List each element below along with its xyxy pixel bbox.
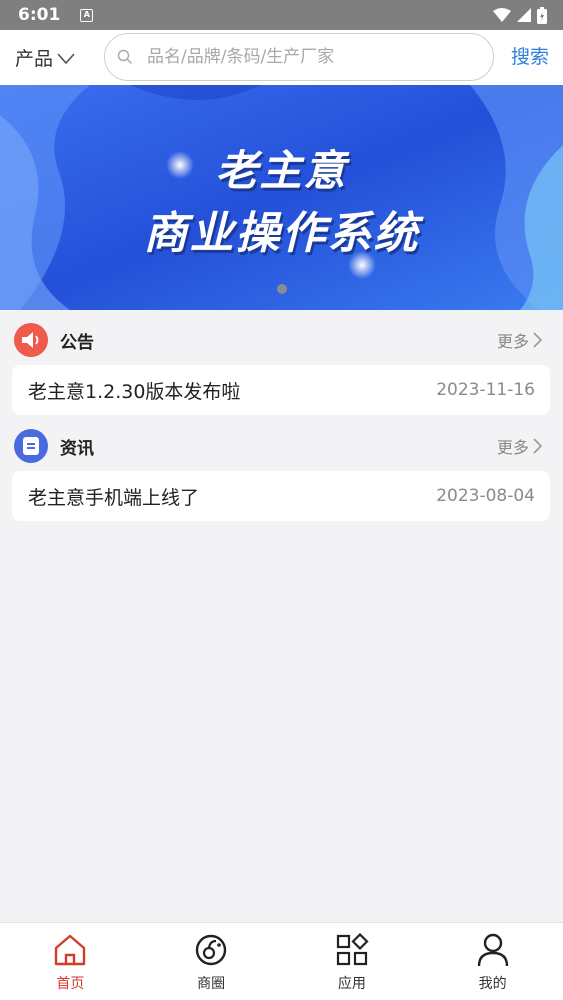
announcement-item-date: 2023-11-16 (436, 380, 535, 400)
news-header: 资讯 更多 (0, 421, 563, 471)
search-input[interactable] (147, 47, 447, 67)
status-time: 6:01 (18, 5, 61, 25)
apps-icon (334, 932, 370, 968)
news-item-title: 老主意手机端上线了 (28, 486, 200, 509)
home-icon (52, 932, 88, 968)
announcement-item-title: 老主意1.2.30版本发布啦 (28, 380, 241, 403)
announcement-header: 公告 更多 (0, 315, 563, 365)
banner-title-line1: 老主意 (215, 146, 348, 195)
news-more-button[interactable]: 更多 (497, 421, 543, 471)
battery-icon (537, 6, 547, 24)
news-title: 资讯 (60, 438, 94, 459)
search-icon (117, 49, 133, 65)
tab-label: 首页 (56, 976, 85, 992)
tab-home[interactable]: 首页 (0, 923, 141, 1000)
announcement-more-button[interactable]: 更多 (497, 315, 543, 365)
circle-icon (193, 932, 229, 968)
chevron-right-icon (533, 332, 543, 348)
speaker-icon (14, 323, 48, 357)
announcement-item[interactable]: 老主意1.2.30版本发布啦 2023-11-16 (12, 365, 550, 415)
banner-page-indicator (277, 284, 287, 294)
bottom-tab-bar: 首页 商圈 应用 我的 (0, 922, 563, 1000)
chevron-down-icon (57, 52, 75, 64)
status-indicators (493, 6, 547, 24)
status-bar: 6:01 A (0, 0, 563, 30)
tab-apps[interactable]: 应用 (282, 923, 423, 1000)
top-bar: 产品 搜索 (0, 30, 563, 85)
search-button[interactable]: 搜索 (511, 30, 549, 85)
category-label: 产品 (15, 48, 54, 70)
promo-banner[interactable]: 老主意 商业操作系统 (0, 85, 563, 310)
more-label: 更多 (496, 438, 529, 457)
tab-label: 我的 (478, 976, 507, 992)
tab-label: 商圈 (197, 976, 226, 992)
tab-label: 应用 (337, 976, 366, 992)
news-item[interactable]: 老主意手机端上线了 2023-08-04 (12, 471, 550, 521)
tab-business-circle[interactable]: 商圈 (141, 923, 282, 1000)
more-label: 更多 (496, 332, 529, 351)
document-icon (14, 429, 48, 463)
signal-icon (517, 8, 531, 22)
announcement-title: 公告 (60, 332, 94, 353)
search-box[interactable] (104, 33, 494, 81)
banner-title-line2: 商业操作系统 (143, 208, 420, 259)
wifi-icon (493, 8, 511, 22)
notification-icon: A (80, 8, 94, 22)
user-icon (475, 932, 511, 968)
category-dropdown[interactable]: 产品 (0, 30, 104, 85)
tab-mine[interactable]: 我的 (422, 923, 563, 1000)
chevron-right-icon (533, 438, 543, 454)
news-item-date: 2023-08-04 (436, 486, 535, 506)
